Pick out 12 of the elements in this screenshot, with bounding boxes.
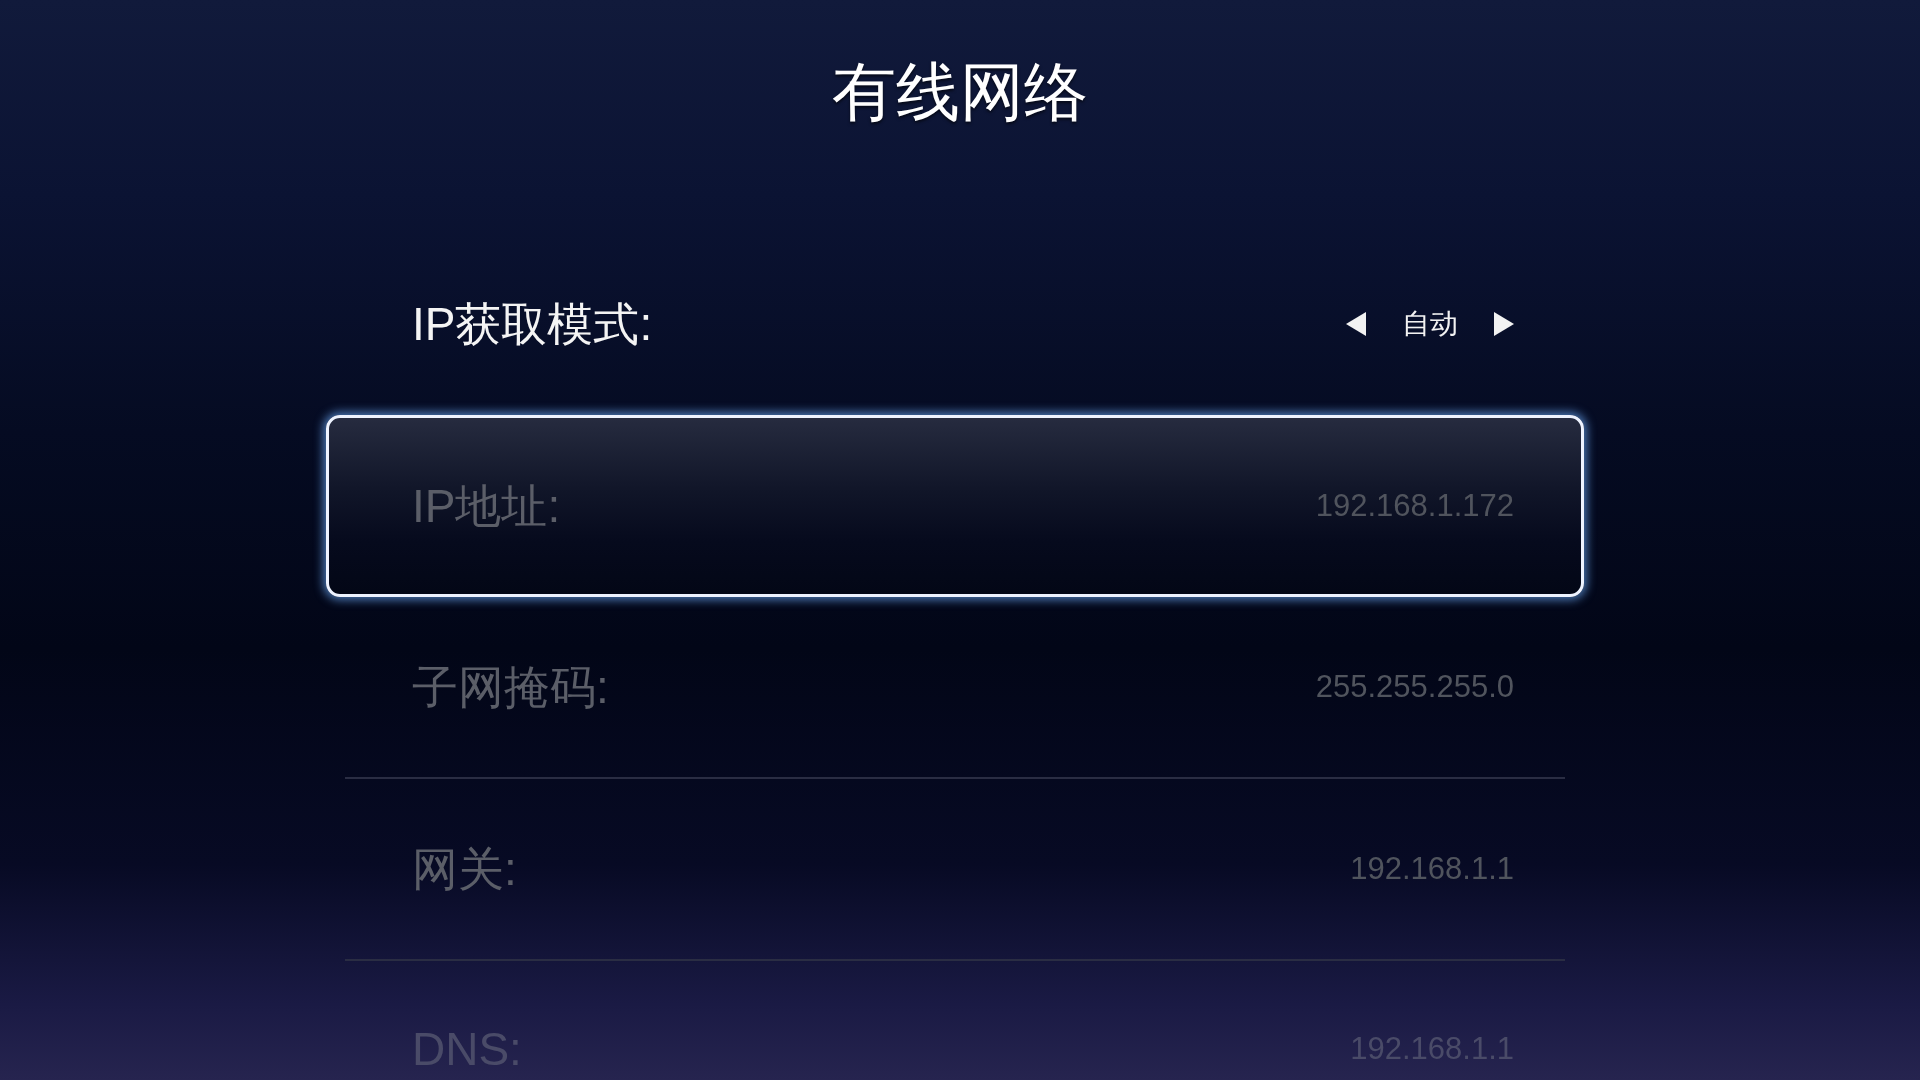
right-triangle-icon[interactable] — [1494, 312, 1514, 336]
setting-label: IP地址: — [412, 478, 561, 534]
left-triangle-icon[interactable] — [1346, 312, 1366, 336]
setting-label: 子网掩码: — [412, 659, 609, 715]
setting-value: 192.168.1.1 — [1350, 850, 1514, 888]
setting-label: 网关: — [412, 841, 517, 897]
screen-title: 有线网络 — [832, 55, 1088, 130]
setting-value: 255.255.255.0 — [1315, 668, 1514, 706]
setting-value: 自动 — [1402, 307, 1458, 341]
setting-selector-row[interactable]: IP获取模式: 自动 — [345, 233, 1565, 415]
setting-value: 192.168.1.172 — [1315, 487, 1514, 525]
setting-label: IP获取模式: — [412, 296, 653, 352]
